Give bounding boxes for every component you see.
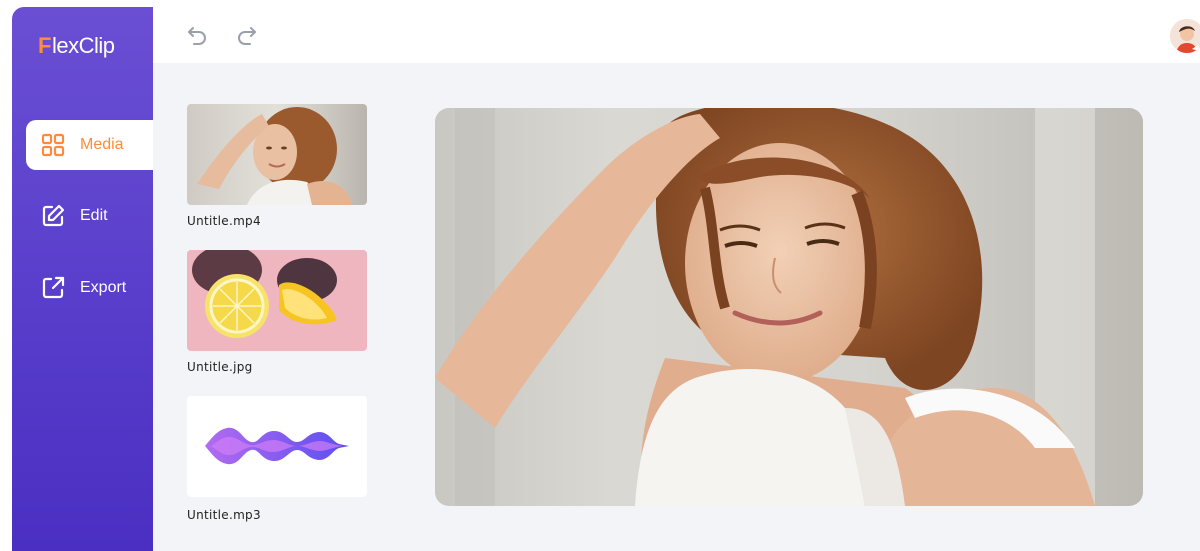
media-item-name: Untitle.mp4: [187, 214, 261, 228]
user-avatar[interactable]: [1170, 19, 1200, 53]
export-icon: [42, 276, 65, 299]
media-item-name: Untitle.mp3: [187, 508, 261, 522]
sidebar-item-label: Edit: [80, 207, 108, 224]
video-preview[interactable]: [435, 108, 1143, 506]
sidebar-item-media[interactable]: Media: [26, 120, 153, 170]
media-item-audio[interactable]: Untitle.mp3: [187, 396, 367, 522]
flexclip-logo[interactable]: FlexClip: [38, 33, 115, 59]
sidebar-item-edit[interactable]: Edit: [26, 191, 153, 241]
sidebar-item-label: Media: [80, 136, 124, 153]
sidebar-item-label: Export: [80, 279, 127, 296]
media-item-image[interactable]: Untitle.jpg: [187, 250, 367, 374]
video-thumbnail: [187, 104, 367, 205]
audio-waveform: [187, 396, 367, 497]
redo-icon[interactable]: [235, 23, 259, 47]
logo-mark: F: [38, 33, 51, 58]
sidebar-item-export[interactable]: Export: [26, 263, 153, 313]
grid-icon: [41, 133, 65, 157]
app-window: FlexClip Media Edit Export Untitle.mp4 U…: [12, 7, 1200, 551]
logo-text: lexClip: [51, 33, 115, 58]
sidebar: FlexClip Media Edit Export: [12, 7, 153, 551]
image-thumbnail: [187, 250, 367, 351]
edit-icon: [42, 204, 65, 227]
top-toolbar: [153, 7, 1200, 63]
media-item-name: Untitle.jpg: [187, 360, 253, 374]
media-item-video[interactable]: Untitle.mp4: [187, 104, 367, 228]
undo-icon[interactable]: [185, 23, 209, 47]
